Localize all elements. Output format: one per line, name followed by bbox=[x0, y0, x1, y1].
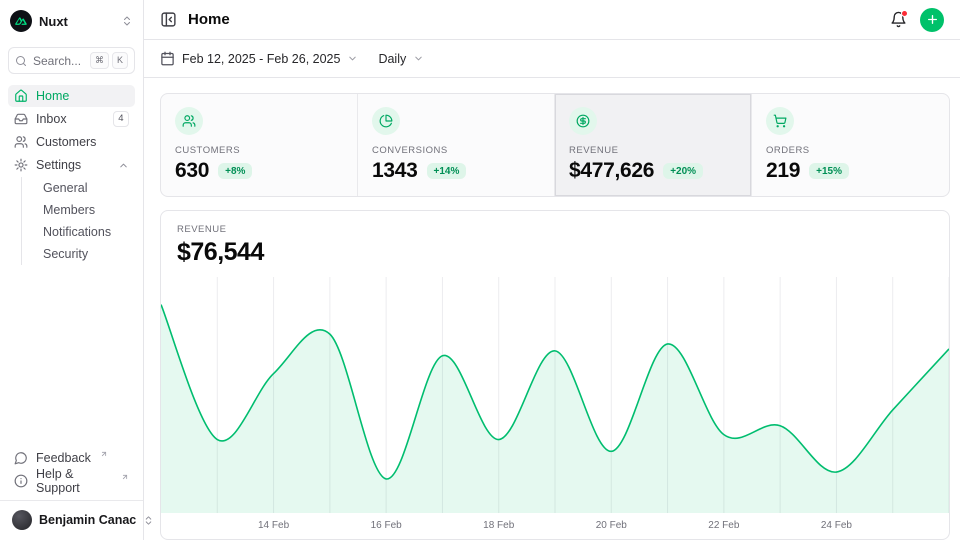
chevron-up-icon bbox=[118, 160, 129, 171]
sidebar-spacer bbox=[8, 266, 135, 446]
help-support-link[interactable]: Help & Support bbox=[8, 469, 135, 492]
panel-collapse-icon[interactable] bbox=[160, 11, 177, 28]
chart-kicker: REVENUE bbox=[177, 224, 933, 235]
stat-value: 219 bbox=[766, 159, 800, 183]
external-link-icon bbox=[121, 473, 129, 481]
x-axis-tick-label: 22 Feb bbox=[708, 520, 739, 531]
cart-icon bbox=[766, 107, 794, 135]
chat-bubble-icon bbox=[14, 451, 28, 465]
chevron-down-icon bbox=[347, 53, 358, 64]
stat-label: CUSTOMERS bbox=[175, 145, 343, 156]
chevron-down-icon bbox=[413, 53, 424, 64]
stat-label: ORDERS bbox=[766, 145, 935, 156]
sidebar-item-inbox[interactable]: Inbox 4 bbox=[8, 108, 135, 130]
sidebar-item-label: Customers bbox=[36, 135, 96, 149]
sidebar-item-general[interactable]: General bbox=[22, 177, 135, 199]
sidebar-item-customers[interactable]: Customers bbox=[8, 131, 135, 153]
users-icon bbox=[14, 135, 28, 149]
revenue-chart-panel: REVENUE $76,544 14 Feb 16 Feb 18 Feb 20 Feb… bbox=[160, 210, 950, 540]
top-header: Home bbox=[144, 0, 960, 40]
notifications-bell-icon[interactable] bbox=[890, 11, 907, 28]
x-axis-tick-label: 16 Feb bbox=[371, 520, 402, 531]
search-icon bbox=[15, 55, 27, 67]
dashboard-content: CUSTOMERS 630 +8% CONVERSIONS 1343 +14% bbox=[144, 78, 960, 540]
stat-card-revenue[interactable]: REVENUE $477,626 +20% bbox=[555, 94, 752, 196]
inbox-count-badge: 4 bbox=[113, 111, 129, 128]
sidebar: Nuxt Search... ⌘ K Home Inbox 4 bbox=[0, 0, 144, 540]
search-shortcut: ⌘ K bbox=[90, 52, 128, 69]
chart-canvas bbox=[161, 277, 949, 513]
sidebar-item-home[interactable]: Home bbox=[8, 85, 135, 107]
sidebar-item-label: Inbox bbox=[36, 112, 67, 126]
kbd-cmd: ⌘ bbox=[90, 52, 109, 69]
chevrons-up-down-icon bbox=[121, 15, 133, 27]
stat-value: 1343 bbox=[372, 159, 418, 183]
stat-label: REVENUE bbox=[569, 145, 737, 156]
chart-headline-value: $76,544 bbox=[177, 238, 933, 267]
period-select[interactable]: Daily bbox=[378, 52, 424, 66]
chart-pie-icon bbox=[372, 107, 400, 135]
home-icon bbox=[14, 89, 28, 103]
x-axis-tick-label: 18 Feb bbox=[483, 520, 514, 531]
date-range-picker[interactable]: Feb 12, 2025 - Feb 26, 2025 bbox=[160, 51, 358, 66]
sidebar-item-label: Settings bbox=[36, 158, 81, 172]
chart-header: REVENUE $76,544 bbox=[161, 211, 949, 277]
period-label: Daily bbox=[378, 52, 406, 66]
stat-card-customers[interactable]: CUSTOMERS 630 +8% bbox=[161, 94, 358, 196]
stat-card-conversions[interactable]: CONVERSIONS 1343 +14% bbox=[358, 94, 555, 196]
external-link-icon bbox=[100, 450, 108, 458]
x-axis-tick-label: 20 Feb bbox=[596, 520, 627, 531]
stat-delta-badge: +14% bbox=[427, 163, 467, 179]
inbox-icon bbox=[14, 112, 28, 126]
topbar-actions bbox=[890, 8, 944, 32]
stat-card-orders[interactable]: ORDERS 219 +15% bbox=[752, 94, 949, 196]
main-area: Home Feb 12, 2025 - Feb 26, 2025 Da bbox=[144, 0, 960, 540]
chart-x-axis: 14 Feb 16 Feb 18 Feb 20 Feb 22 Feb 24 Feb bbox=[161, 513, 949, 539]
stat-delta-badge: +20% bbox=[663, 163, 703, 179]
search-placeholder: Search... bbox=[33, 54, 84, 68]
user-name: Benjamin Canac bbox=[39, 513, 136, 527]
settings-submenu: General Members Notifications Security bbox=[21, 177, 135, 265]
kbd-k: K bbox=[112, 52, 128, 69]
circle-dollar-icon bbox=[569, 107, 597, 135]
stats-row: CUSTOMERS 630 +8% CONVERSIONS 1343 +14% bbox=[160, 93, 950, 197]
stat-delta-badge: +8% bbox=[218, 163, 252, 179]
sidebar-item-security[interactable]: Security bbox=[22, 243, 135, 265]
workspace-switcher[interactable]: Nuxt bbox=[8, 8, 135, 34]
sidebar-nav: Home Inbox 4 Customers Settings Genera bbox=[8, 85, 135, 266]
footer-link-label: Feedback bbox=[36, 451, 91, 465]
sidebar-item-members[interactable]: Members bbox=[22, 199, 135, 221]
stat-value: 630 bbox=[175, 159, 209, 183]
avatar bbox=[12, 510, 32, 530]
x-axis-tick-label: 24 Feb bbox=[821, 520, 852, 531]
stat-value: $477,626 bbox=[569, 159, 654, 183]
x-axis-tick-label: 14 Feb bbox=[258, 520, 289, 531]
users-icon bbox=[175, 107, 203, 135]
stat-label: CONVERSIONS bbox=[372, 145, 540, 156]
sidebar-item-settings[interactable]: Settings bbox=[8, 154, 135, 176]
revenue-area-chart[interactable] bbox=[161, 277, 949, 513]
calendar-icon bbox=[160, 51, 175, 66]
notification-dot bbox=[901, 10, 908, 17]
info-circle-icon bbox=[14, 474, 28, 488]
workspace-name: Nuxt bbox=[39, 14, 114, 29]
footer-link-label: Help & Support bbox=[36, 467, 112, 495]
search-input[interactable]: Search... ⌘ K bbox=[8, 47, 135, 74]
stat-delta-badge: +15% bbox=[809, 163, 849, 179]
sidebar-item-notifications[interactable]: Notifications bbox=[22, 221, 135, 243]
nuxt-logo-icon bbox=[10, 10, 32, 32]
filter-toolbar: Feb 12, 2025 - Feb 26, 2025 Daily bbox=[144, 40, 960, 78]
add-button[interactable] bbox=[920, 8, 944, 32]
plus-icon bbox=[926, 13, 939, 26]
page-title: Home bbox=[188, 11, 230, 28]
sidebar-item-label: Home bbox=[36, 89, 69, 103]
user-menu[interactable]: Benjamin Canac bbox=[8, 501, 135, 532]
gear-icon bbox=[14, 158, 28, 172]
date-range-label: Feb 12, 2025 - Feb 26, 2025 bbox=[182, 52, 340, 66]
